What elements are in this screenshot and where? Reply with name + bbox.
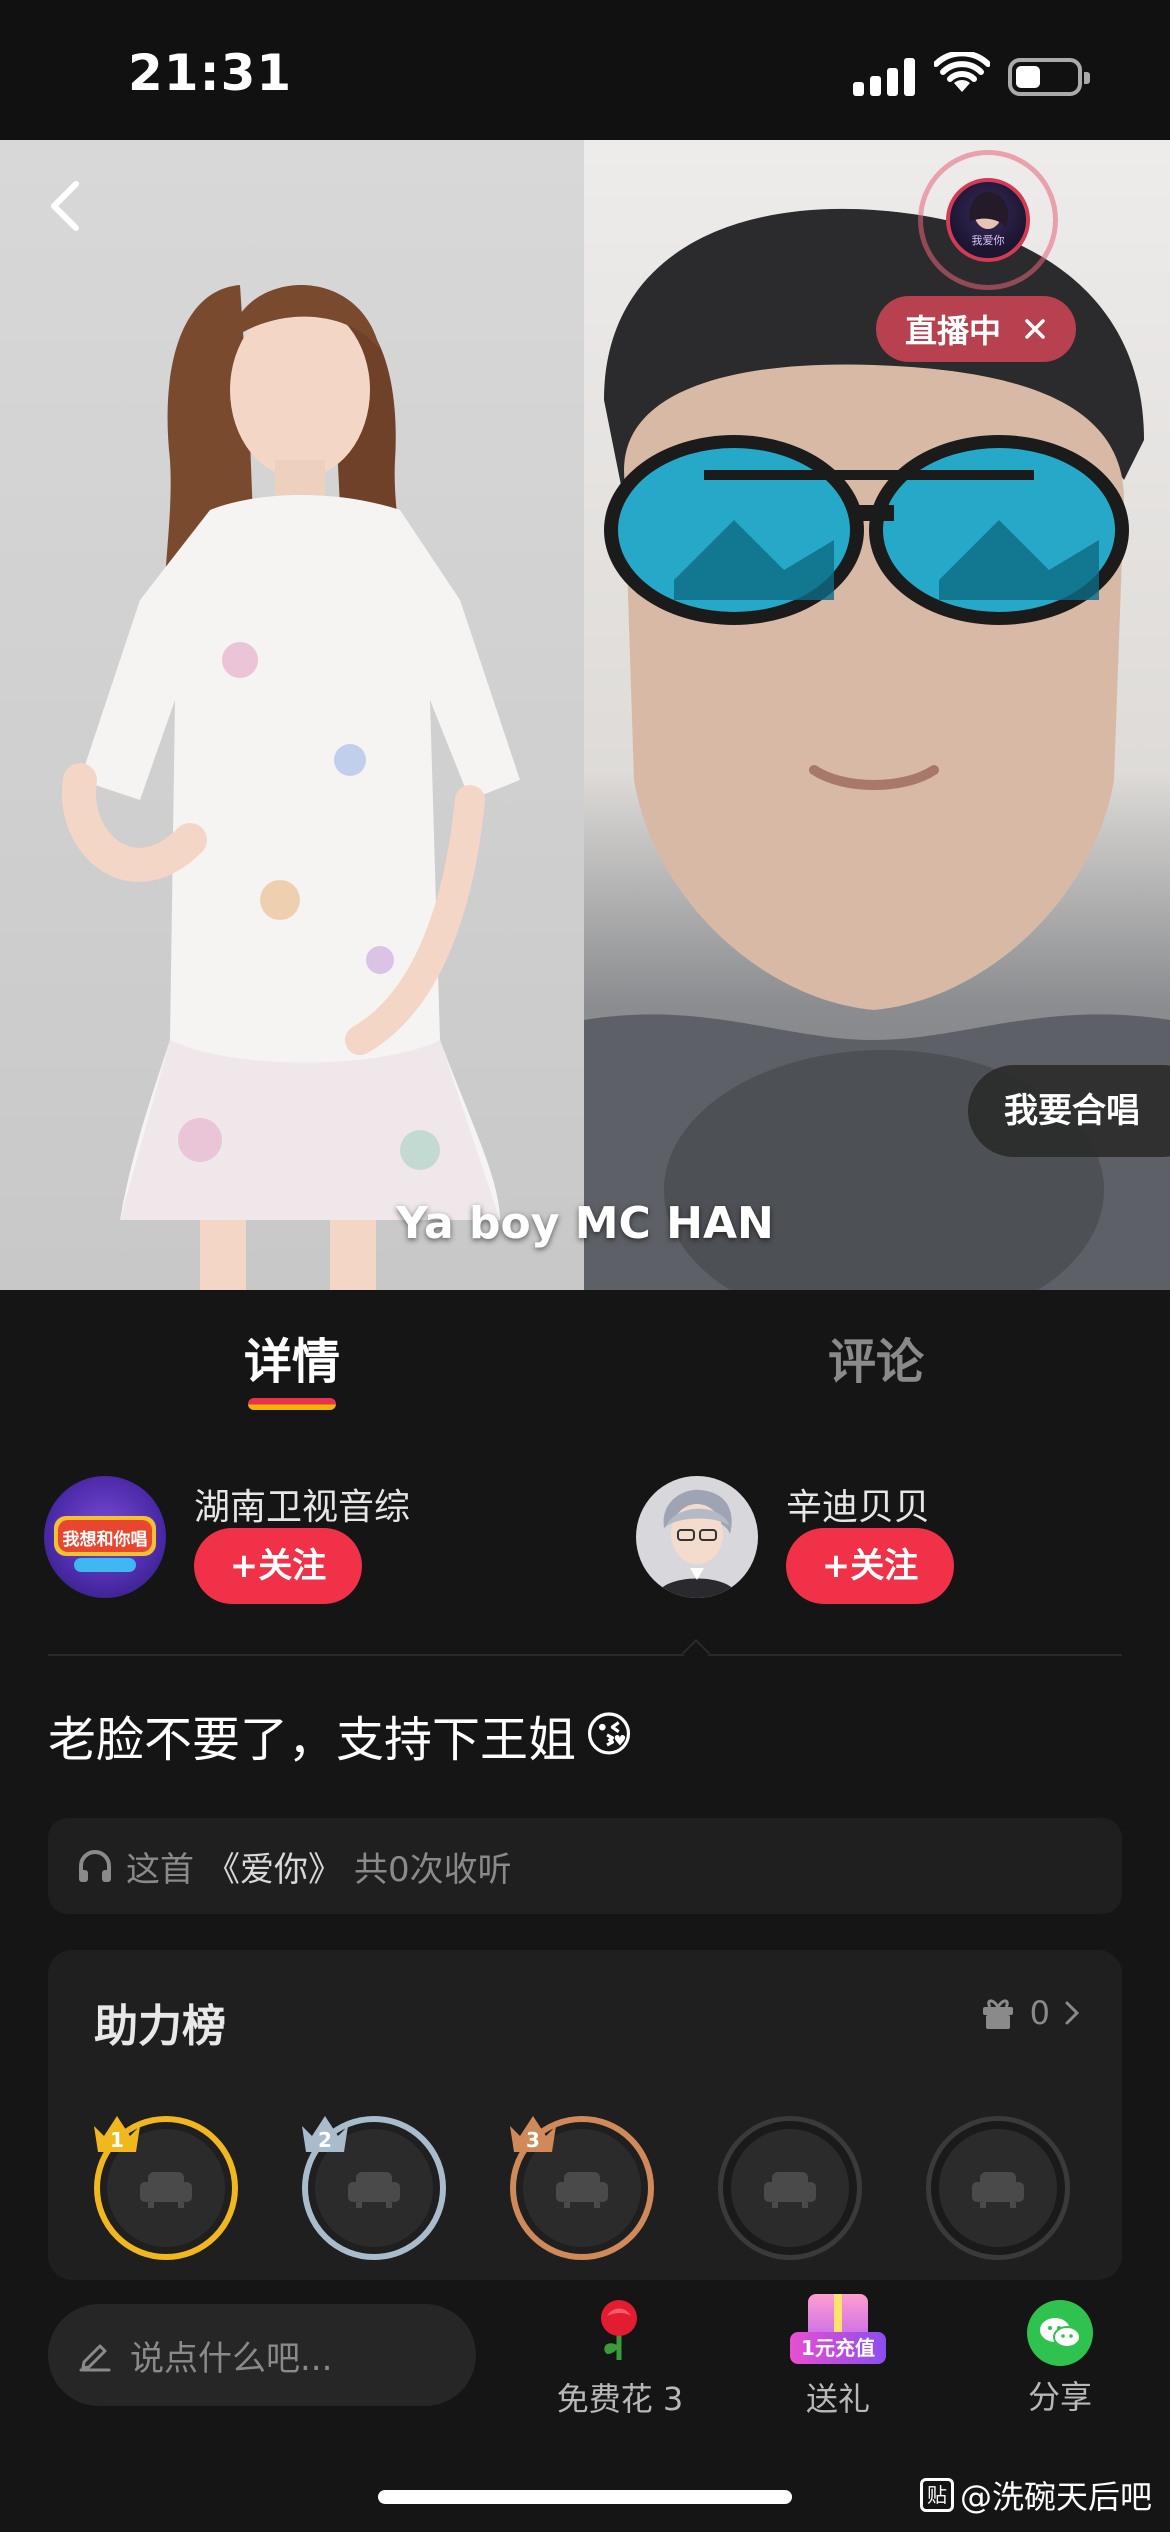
listen-count: 共0次收听: [354, 1849, 512, 1890]
rank-crown-icon: 3: [504, 2106, 562, 2158]
free-flower-button[interactable]: 免费花 3: [548, 2294, 692, 2420]
seat-icon: [939, 2129, 1057, 2247]
rank-crown-icon: 1: [88, 2106, 146, 2158]
ranking-seat[interactable]: 2: [302, 2116, 446, 2260]
live-badge[interactable]: 直播中: [876, 296, 1076, 362]
rank-number: 1: [110, 2128, 124, 2152]
seat-icon: [731, 2129, 849, 2247]
free-flower-label: 免费花 3: [556, 2380, 684, 2418]
live-badge-label: 直播中: [904, 312, 1001, 350]
status-bar: 21:31: [0, 0, 1170, 140]
ranking-title: 助力榜: [94, 2001, 226, 2052]
ranking-gift-count[interactable]: 0: [980, 1994, 1080, 2032]
kiss-emoji-icon: 😘: [584, 1707, 635, 1763]
tab-detail[interactable]: 详情: [244, 1322, 340, 1392]
rank-number: 2: [318, 2128, 332, 2152]
avatar[interactable]: [636, 1476, 758, 1598]
cellular-signal-icon: [853, 58, 915, 96]
comment-placeholder: 说点什么吧...: [130, 2338, 333, 2379]
wechat-icon: [1027, 2300, 1093, 2366]
gift-icon: [982, 1999, 1013, 2029]
share-button[interactable]: 分享: [1010, 2300, 1110, 2418]
tab-comments[interactable]: 评论: [828, 1322, 924, 1392]
wifi-icon: [934, 52, 990, 92]
support-ranking-card[interactable]: 助力榜 0 1 2 3: [48, 1950, 1122, 2280]
listen-count-bar: 这首 《爱你》 共0次收听: [48, 1818, 1122, 1914]
avatar[interactable]: 我想和你唱: [44, 1476, 166, 1598]
rose-icon: [601, 2300, 637, 2360]
recharge-badge: 1元充值: [790, 2332, 886, 2364]
gift-label: 送礼: [805, 2380, 870, 2418]
close-icon[interactable]: [1023, 317, 1047, 341]
send-gift-button[interactable]: 1元充值 送礼: [778, 2288, 898, 2420]
status-time: 21:31: [128, 44, 293, 102]
show-logo-text: 我想和你唱: [62, 1530, 148, 1550]
user-card-hunan: 我想和你唱 湖南卫视音综 +关注: [44, 1476, 544, 1606]
rank-crown-icon: 2: [296, 2106, 354, 2158]
chevron-right-icon: [1065, 2001, 1080, 2025]
ranking-seat[interactable]: 1: [94, 2116, 238, 2260]
share-label: 分享: [1027, 2378, 1092, 2416]
headphones-icon: [79, 1850, 111, 1882]
back-icon[interactable]: [40, 176, 90, 236]
user-name[interactable]: 湖南卫视音综: [194, 1478, 410, 1530]
comment-input[interactable]: 说点什么吧...: [48, 2304, 476, 2406]
divider-pointer: [681, 1638, 711, 1668]
user-name[interactable]: 辛迪贝贝: [786, 1478, 930, 1530]
gift-box-icon: 1元充值: [790, 2288, 886, 2368]
live-host-avatar: 我爱你: [946, 178, 1030, 262]
tab-bar: 详情 评论: [0, 1290, 1170, 1420]
tab-active-indicator: [248, 1398, 336, 1410]
watermark-logo: 贴: [920, 2478, 954, 2512]
home-indicator[interactable]: [378, 2490, 792, 2504]
live-avatar-text: 我爱你: [971, 234, 1005, 247]
gift-count: 0: [1029, 1994, 1050, 2032]
post-text: 老脸不要了，支持下王姐 😘: [48, 1700, 634, 1770]
video-player[interactable]: 我爱你 直播中 我要合唱 Ya boy MC HAN: [0, 140, 1170, 1290]
ranking-seat[interactable]: [926, 2116, 1070, 2260]
follow-button[interactable]: +关注: [194, 1528, 362, 1604]
follow-button[interactable]: +关注: [786, 1528, 954, 1604]
live-avatar-button[interactable]: 我爱你: [918, 150, 1058, 290]
ranking-seat[interactable]: [718, 2116, 862, 2260]
rank-number: 3: [526, 2128, 540, 2152]
video-left-performer: [0, 140, 584, 1290]
performer-illustration: [61, 285, 520, 1290]
pencil-icon: [79, 2344, 111, 2372]
ranking-seat[interactable]: 3: [510, 2116, 654, 2260]
user-card-cindy: 辛迪贝贝 +关注: [636, 1476, 1136, 1606]
divider: [48, 1654, 1122, 1656]
battery-icon: [1008, 58, 1090, 96]
join-chorus-button[interactable]: 我要合唱: [968, 1065, 1170, 1157]
watermark: 贴 @洗碗天后吧: [920, 2472, 1152, 2518]
song-title[interactable]: 《爱你》: [206, 1842, 342, 1891]
post-body: 老脸不要了，支持下王姐: [48, 1712, 577, 1768]
watermark-text: @洗碗天后吧: [960, 2478, 1153, 2516]
video-caption: Ya boy MC HAN: [396, 1198, 774, 1249]
listen-prefix: 这首: [126, 1849, 194, 1890]
